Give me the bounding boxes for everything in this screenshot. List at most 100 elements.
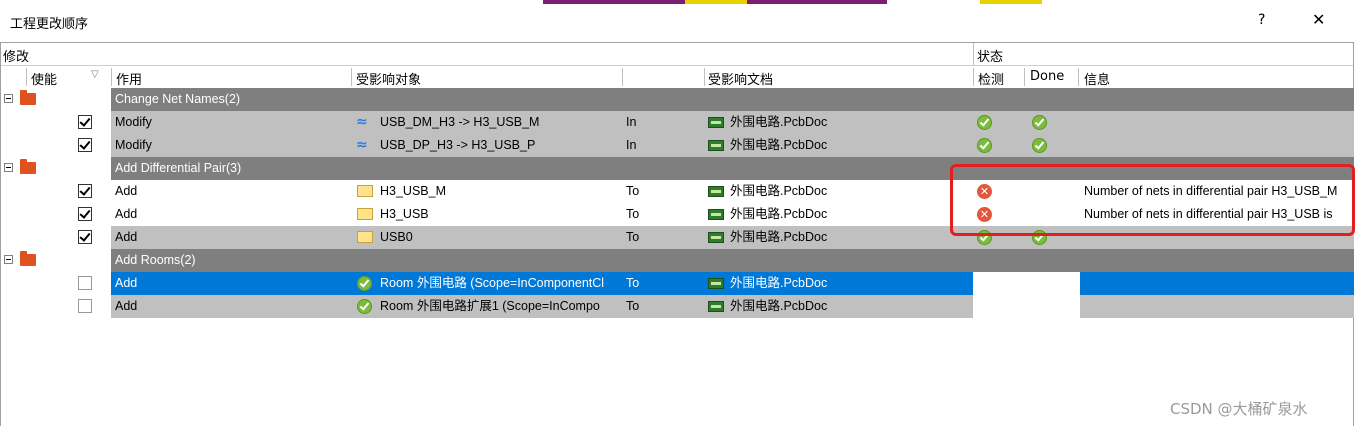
document-cell: 外围电路.PcbDoc [730, 299, 828, 313]
group-label: Add Rooms(2) [115, 253, 196, 267]
header-divider [351, 68, 352, 86]
background-strip [685, 0, 747, 4]
window-title: 工程更改顺序 [10, 17, 89, 32]
object-cell: USB0 [380, 230, 413, 244]
folder-icon [20, 251, 36, 266]
folder-icon [357, 231, 373, 243]
column-header-row: 使能 ▽ 作用 受影响对象 受影响文档 检测 Done 信息 [1, 66, 1353, 88]
action-cell: Add [115, 230, 138, 244]
header-divider [111, 68, 112, 86]
header-divider [1024, 68, 1025, 86]
object-cell: Room 外围电路扩展1 (Scope=InCompo [380, 299, 600, 313]
header-group-status: 状态 [977, 50, 1004, 65]
direction-cell: To [626, 184, 640, 198]
background-strip [543, 0, 685, 4]
info-background [1080, 134, 1354, 157]
collapse-icon[interactable] [4, 163, 13, 172]
action-cell: Add [115, 276, 138, 290]
info-background [1080, 295, 1354, 318]
document-cell: 外围电路.PcbDoc [730, 230, 828, 244]
pcb-doc-icon [708, 117, 724, 128]
help-button[interactable]: ? [1258, 12, 1265, 28]
header-group-modify: 修改 [3, 50, 30, 65]
close-button[interactable]: ✕ [1312, 10, 1325, 29]
document-cell: 外围电路.PcbDoc [730, 184, 828, 198]
table-row-selected[interactable]: Add Room 外围电路 (Scope=InComponentCl To 外围… [0, 272, 1354, 295]
direction-cell: To [626, 276, 640, 290]
sort-indicator-icon[interactable]: ▽ [91, 69, 99, 80]
pcb-doc-icon [708, 186, 724, 197]
group-band [111, 249, 1354, 272]
table-row[interactable]: Modify ≈ USB_DM_H3 -> H3_USB_M In 外围电路.P… [0, 111, 1354, 134]
table-row[interactable]: Add Room 外围电路扩展1 (Scope=InCompo To 外围电路.… [0, 295, 1354, 318]
header-divider [1078, 68, 1079, 86]
column-enable[interactable]: 使能 [31, 69, 57, 88]
direction-cell: In [626, 115, 637, 129]
column-affected-object[interactable]: 受影响对象 [356, 69, 421, 88]
table-row[interactable]: Modify ≈ USB_DP_H3 -> H3_USB_P In 外围电路.P… [0, 134, 1354, 157]
pcb-doc-icon [708, 278, 724, 289]
action-cell: Modify [115, 115, 152, 129]
object-cell: USB_DP_H3 -> H3_USB_P [380, 138, 536, 152]
room-icon [357, 276, 372, 291]
header-divider [973, 68, 974, 86]
enable-checkbox[interactable] [78, 207, 92, 221]
object-cell: H3_USB_M [380, 184, 446, 198]
enable-checkbox[interactable] [78, 276, 92, 290]
folder-icon [357, 185, 373, 197]
direction-cell: In [626, 138, 637, 152]
action-cell: Add [115, 299, 138, 313]
column-info[interactable]: 信息 [1084, 69, 1110, 88]
document-cell: 外围电路.PcbDoc [730, 276, 828, 290]
direction-cell: To [626, 299, 640, 313]
watermark: CSDN @大桶矿泉水 [1170, 400, 1308, 418]
info-background [1080, 272, 1354, 295]
pcb-doc-icon [708, 140, 724, 151]
direction-cell: To [626, 230, 640, 244]
folder-icon [357, 208, 373, 220]
column-done[interactable]: Done [1030, 69, 1064, 84]
object-cell: Room 外围电路 (Scope=InComponentCl [380, 276, 605, 290]
group-row-add-rooms[interactable]: Add Rooms(2) [0, 249, 1354, 272]
group-label: Change Net Names(2) [115, 92, 241, 106]
action-cell: Modify [115, 138, 152, 152]
action-cell: Add [115, 207, 138, 221]
column-check[interactable]: 检测 [978, 69, 1004, 88]
enable-checkbox[interactable] [78, 230, 92, 244]
column-affected-doc[interactable]: 受影响文档 [708, 69, 773, 88]
error-highlight-box [950, 164, 1355, 236]
column-action[interactable]: 作用 [116, 69, 142, 88]
object-cell: H3_USB [380, 207, 429, 221]
folder-icon [20, 159, 36, 174]
background-strip [980, 0, 1042, 4]
header-divider [26, 68, 27, 86]
header-divider [622, 68, 623, 86]
group-label: Add Differential Pair(3) [115, 161, 242, 175]
collapse-icon[interactable] [4, 255, 13, 264]
pcb-doc-icon [708, 209, 724, 220]
folder-icon [20, 90, 36, 105]
enable-checkbox[interactable] [78, 138, 92, 152]
enable-checkbox[interactable] [78, 184, 92, 198]
document-cell: 外围电路.PcbDoc [730, 115, 828, 129]
check-ok-icon [977, 138, 992, 153]
object-cell: USB_DM_H3 -> H3_USB_M [380, 115, 540, 129]
document-cell: 外围电路.PcbDoc [730, 207, 828, 221]
direction-cell: To [626, 207, 640, 221]
done-ok-icon [1032, 138, 1047, 153]
collapse-icon[interactable] [4, 94, 13, 103]
check-ok-icon [977, 115, 992, 130]
pcb-doc-icon [708, 301, 724, 312]
background-strip [747, 0, 887, 4]
done-ok-icon [1032, 115, 1047, 130]
room-icon [357, 299, 372, 314]
info-background [1080, 111, 1354, 134]
header-divider [973, 43, 974, 65]
enable-checkbox[interactable] [78, 115, 92, 129]
group-band [111, 88, 1354, 111]
header-divider [704, 68, 705, 86]
action-cell: Add [115, 184, 138, 198]
enable-checkbox[interactable] [78, 299, 92, 313]
net-icon: ≈ [356, 137, 368, 153]
group-row-change-net-names[interactable]: Change Net Names(2) [0, 88, 1354, 111]
